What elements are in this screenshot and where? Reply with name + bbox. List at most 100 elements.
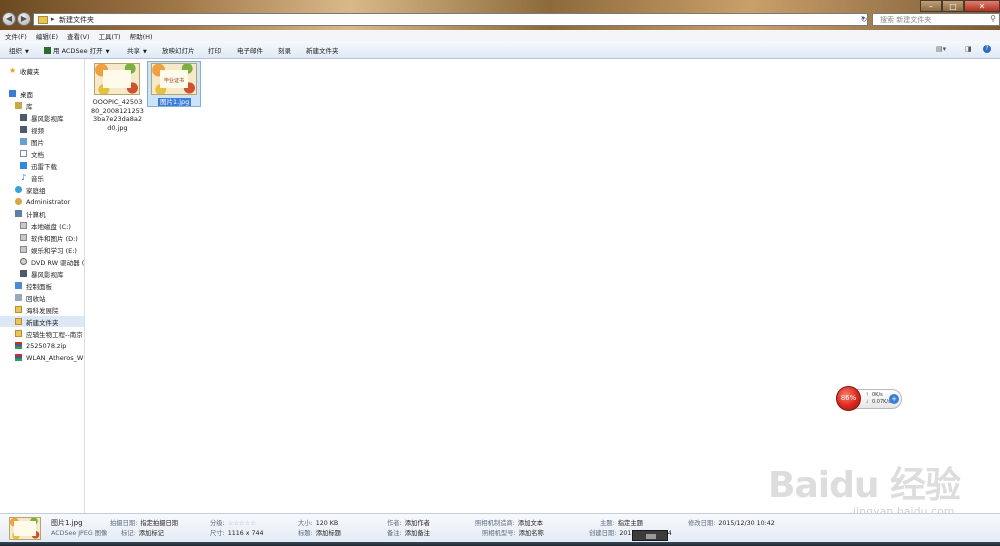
menu-edit[interactable]: 编辑(E): [36, 31, 58, 41]
details-subject[interactable]: 主题: 指定主题: [600, 518, 643, 527]
folder-icon: [15, 318, 22, 325]
nav-folder-haike[interactable]: 海科发展院: [15, 304, 59, 315]
nav-zip-wlan[interactable]: WLAN_Atheros_W: [15, 352, 83, 363]
field-label: 标记:: [121, 530, 136, 537]
file-thumbnail[interactable]: 毕业证书: [151, 63, 197, 95]
folder-icon: [15, 306, 22, 313]
details-filetype: ACDSee JPEG 图像: [51, 530, 108, 537]
forward-button[interactable]: ▶: [17, 12, 31, 26]
field-value[interactable]: 添加名称: [519, 530, 544, 537]
nav-videos[interactable]: 视频: [20, 124, 44, 135]
command-bar: 组织 ▼ 用 ACDSee 打开 ▼ 共享 ▼ 放映幻灯片 打印 电子邮件 刻录 新建…: [0, 41, 1000, 59]
field-value[interactable]: 添加标记: [139, 530, 164, 537]
breadcrumb-arrow-icon[interactable]: ▸: [51, 15, 55, 23]
nav-desktop[interactable]: 桌面: [9, 88, 33, 99]
address-bar[interactable]: ▸ 新建文件夹 ▾: [33, 13, 868, 26]
menu-view[interactable]: 查看(V): [67, 31, 90, 41]
nav-baofeng-library-2[interactable]: 暴风影视库: [20, 268, 64, 279]
preview-pane-icon[interactable]: ◨: [965, 45, 972, 53]
details-camera-model[interactable]: 照相机型号: 添加名称: [482, 528, 544, 537]
details-title[interactable]: 标题: 添加标题: [298, 528, 341, 537]
minimize-button[interactable]: –: [920, 0, 942, 12]
open-with-label: 用 ACDSee 打开: [53, 47, 103, 55]
folder-icon: [38, 16, 48, 24]
organize-label: 组织: [9, 47, 22, 55]
open-with-button[interactable]: 用 ACDSee 打开 ▼: [44, 45, 110, 55]
details-thumbnail: [9, 517, 41, 540]
nav-label: 本地磁盘 (C:): [31, 222, 71, 231]
field-value[interactable]: 指定主题: [618, 520, 643, 527]
menu-help[interactable]: 帮助(H): [130, 31, 153, 41]
nav-favorites[interactable]: ★ 收藏夹: [9, 65, 40, 76]
field-value[interactable]: 添加作者: [405, 520, 430, 527]
back-button[interactable]: ◀: [2, 12, 16, 26]
details-tags[interactable]: 标记: 添加标记: [121, 528, 164, 537]
print-button[interactable]: 打印: [208, 45, 221, 55]
nav-music[interactable]: ♪ 音乐: [20, 172, 44, 183]
search-icon[interactable]: ⚲: [990, 14, 996, 23]
nav-label: WLAN_Atheros_W: [26, 353, 84, 362]
file-name[interactable]: OOOPIC_4250380_20081212533ba7e23da8a2d0.…: [91, 98, 144, 132]
organize-button[interactable]: 组织 ▼: [9, 45, 29, 55]
nav-baofeng-library[interactable]: 暴风影视库: [20, 112, 64, 123]
thumbnail-caption: 毕业证书: [163, 78, 184, 84]
refresh-icon: ↻: [860, 15, 868, 24]
nav-libraries[interactable]: 库: [15, 100, 33, 111]
rating-stars-icon[interactable]: ☆☆☆☆☆: [228, 520, 256, 527]
details-comments[interactable]: 备注: 添加备注: [387, 528, 430, 537]
nav-recycle-bin[interactable]: 回收站: [15, 292, 46, 303]
address-path[interactable]: 新建文件夹: [59, 15, 94, 25]
details-rating[interactable]: 分级: ☆☆☆☆☆: [210, 518, 256, 527]
details-date-taken[interactable]: 拍摄日期: 指定拍摄日期: [110, 518, 178, 527]
network-speed-widget[interactable]: 86% ↑ ↓ 0K/s 0.07K/s +: [836, 386, 902, 412]
file-name-selected[interactable]: 图片1.jpg: [158, 98, 192, 106]
widget-expand-icon[interactable]: +: [889, 394, 899, 404]
field-value[interactable]: 添加文本: [518, 520, 543, 527]
upload-arrow-icon: ↑: [865, 392, 870, 398]
nav-pictures[interactable]: 图片: [20, 136, 44, 147]
menu-tools[interactable]: 工具(T): [99, 31, 121, 41]
burn-button[interactable]: 刻录: [278, 45, 291, 55]
speed-percent-badge[interactable]: 86%: [836, 386, 861, 411]
nav-drive-c[interactable]: 本地磁盘 (C:): [20, 220, 71, 231]
details-dimensions: 尺寸: 1116 x 744: [210, 528, 264, 537]
email-button[interactable]: 电子邮件: [237, 45, 263, 55]
nav-zip-2525078[interactable]: 2525078.zip: [15, 340, 66, 351]
details-camera-maker[interactable]: 照相机制造商: 添加文本: [475, 518, 543, 527]
new-folder-button[interactable]: 新建文件夹: [306, 45, 339, 55]
taskbar-thumbnail[interactable]: [632, 530, 668, 541]
nav-control-panel[interactable]: 控制面板: [15, 280, 52, 291]
nav-label: 控制面板: [26, 282, 52, 291]
taskbar: [0, 542, 1000, 546]
nav-label: 视频: [31, 126, 44, 135]
video-library-icon: [20, 114, 27, 121]
nav-folder-enzyme[interactable]: 应辅生物工程--南京: [15, 328, 83, 339]
slideshow-button[interactable]: 放映幻灯片: [162, 45, 195, 55]
nav-folder-new-selected[interactable]: 新建文件夹: [0, 316, 84, 327]
nav-documents[interactable]: 文档: [20, 148, 44, 159]
maximize-button[interactable]: □: [942, 0, 964, 12]
nav-label: 桌面: [20, 90, 33, 99]
refresh-button[interactable]: ↻: [859, 13, 869, 26]
nav-drive-e[interactable]: 娱乐和学习 (E:): [20, 244, 77, 255]
nav-thunder-downloads[interactable]: 迅雷下载: [20, 160, 57, 171]
field-value[interactable]: 指定拍摄日期: [140, 520, 178, 527]
field-value[interactable]: 添加备注: [405, 530, 430, 537]
search-box[interactable]: 搜索 新建文件夹 ⚲: [872, 13, 1000, 26]
nav-homegroup[interactable]: 家庭组: [15, 184, 46, 195]
nav-drive-d[interactable]: 软件和图片 (D:): [20, 232, 78, 243]
help-icon[interactable]: ?: [983, 45, 991, 53]
nav-computer[interactable]: 计算机: [15, 208, 46, 219]
share-button[interactable]: 共享 ▼: [127, 45, 147, 55]
file-thumbnail[interactable]: [94, 63, 140, 95]
menu-file[interactable]: 文件(F): [5, 31, 27, 41]
details-authors[interactable]: 作者: 添加作者: [387, 518, 430, 527]
nav-administrator[interactable]: Administrator: [15, 196, 70, 207]
field-value[interactable]: 添加标题: [316, 530, 341, 537]
user-icon: [15, 198, 22, 205]
view-options-icon[interactable]: ▤▾: [936, 45, 946, 53]
nav-label: Administrator: [26, 197, 71, 206]
close-button[interactable]: ✕: [964, 0, 1000, 12]
field-label: 修改日期:: [688, 520, 716, 527]
nav-dvd-drive[interactable]: DVD RW 驱动器 (: [20, 256, 84, 267]
